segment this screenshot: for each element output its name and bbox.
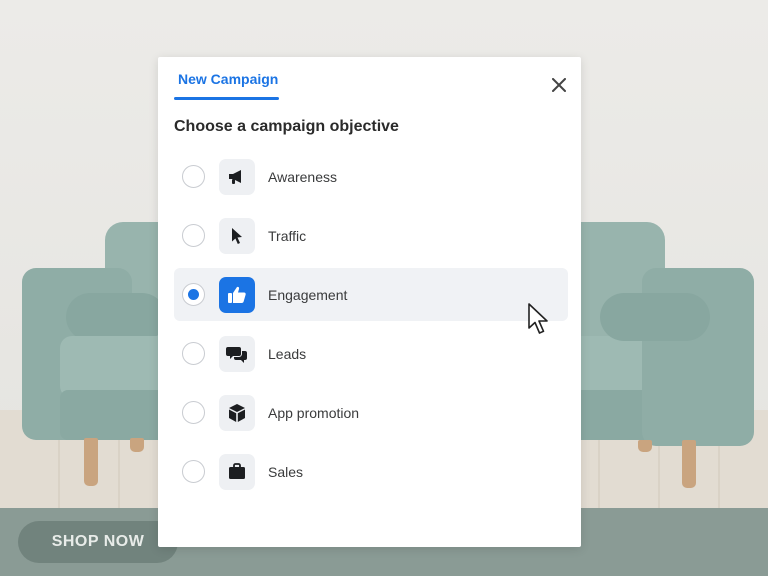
cube-icon xyxy=(229,403,245,422)
close-button[interactable] xyxy=(548,74,570,96)
radio-button[interactable] xyxy=(182,224,205,247)
icon-tile xyxy=(219,158,255,195)
dialog-heading: Choose a campaign objective xyxy=(174,118,399,135)
sofa-leg xyxy=(682,440,696,488)
objective-list: Awareness Traffic Engagement Leads App p… xyxy=(174,150,568,504)
objective-option-leads[interactable]: Leads xyxy=(174,327,568,380)
sofa-left-cushion xyxy=(66,293,166,341)
objective-option-app-promotion[interactable]: App promotion xyxy=(174,386,568,439)
objective-option-engagement[interactable]: Engagement xyxy=(174,268,568,321)
shop-now-button[interactable]: SHOP NOW xyxy=(18,521,178,563)
radio-selected-dot xyxy=(188,289,199,300)
sofa-leg xyxy=(638,440,652,452)
icon-tile xyxy=(219,394,255,431)
sofa-leg xyxy=(130,438,144,452)
icon-tile xyxy=(219,335,255,372)
objective-label: App promotion xyxy=(268,404,360,421)
tab-underline xyxy=(174,97,279,100)
mouse-pointer-icon xyxy=(528,303,548,334)
objective-label: Leads xyxy=(268,345,307,362)
icon-tile xyxy=(219,276,255,313)
megaphone-icon xyxy=(229,169,241,184)
radio-button[interactable] xyxy=(182,401,205,424)
close-icon xyxy=(552,78,566,92)
sofa-leg xyxy=(84,438,98,486)
pointer-icon xyxy=(232,227,242,244)
objective-label: Sales xyxy=(268,463,304,480)
icon-tile xyxy=(219,453,255,490)
radio-button[interactable] xyxy=(182,165,205,188)
sofa-right-cushion xyxy=(600,293,710,341)
objective-label: Traffic xyxy=(268,227,307,244)
chat-bubbles-icon xyxy=(226,346,247,363)
objective-label: Awareness xyxy=(268,168,338,185)
thumbs-up-icon xyxy=(228,286,246,303)
objective-option-awareness[interactable]: Awareness xyxy=(174,150,568,203)
radio-button[interactable] xyxy=(182,460,205,483)
radio-button[interactable] xyxy=(182,342,205,365)
objective-option-sales[interactable]: Sales xyxy=(174,445,568,498)
objective-option-traffic[interactable]: Traffic xyxy=(174,209,568,262)
radio-button[interactable] xyxy=(182,283,205,306)
new-campaign-dialog: New Campaign Choose a campaign objective… xyxy=(158,57,581,547)
briefcase-icon xyxy=(229,462,245,479)
objective-label: Engagement xyxy=(268,286,348,303)
icon-tile xyxy=(219,217,255,254)
